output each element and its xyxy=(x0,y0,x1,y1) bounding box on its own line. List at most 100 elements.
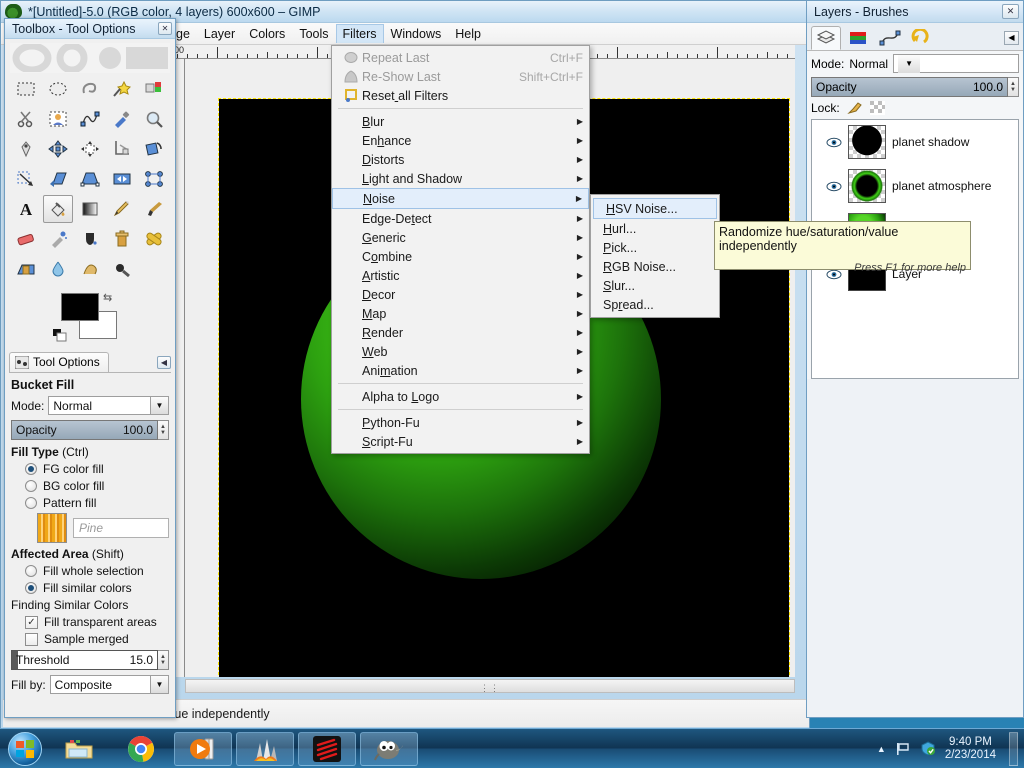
noise-menu-item-hurl[interactable]: Hurl... xyxy=(591,219,719,238)
filters-menu-item-artistic[interactable]: Artistic ▶ xyxy=(332,266,589,285)
radio-button-icon[interactable] xyxy=(25,463,37,475)
noise-submenu[interactable]: HSV Noise... Hurl... Pick... RGB Noise... Sl… xyxy=(590,194,720,318)
toolbox-tool-grid[interactable]: A xyxy=(11,75,169,283)
menu-tools[interactable]: Tools xyxy=(292,24,335,44)
dock-titlebar[interactable]: Layers - Brushes ✕ xyxy=(807,1,1023,23)
flip-icon[interactable] xyxy=(107,165,137,193)
scissors-select-icon[interactable] xyxy=(11,105,41,133)
taskbar-media-player[interactable] xyxy=(174,731,232,766)
crop-icon[interactable] xyxy=(107,135,137,163)
layer-row[interactable]: planet atmosphere xyxy=(812,164,1018,208)
text-icon[interactable]: A xyxy=(11,195,41,223)
finding-similar-checkbox-1[interactable]: Sample merged xyxy=(25,632,169,646)
radio-button-icon[interactable] xyxy=(25,480,37,492)
blur-sharpen-icon[interactable] xyxy=(43,255,73,283)
reset-colors-icon[interactable] xyxy=(53,329,69,343)
radio-button-icon[interactable] xyxy=(25,497,37,509)
affected-area-option-1[interactable]: Fill similar colors xyxy=(25,581,169,595)
fill-type-option-0[interactable]: FG color fill xyxy=(25,462,169,476)
fuzzy-select-icon[interactable] xyxy=(107,75,137,103)
move-icon[interactable] xyxy=(43,135,73,163)
finding-similar-checkboxes[interactable]: ✓ Fill transparent areas Sample merged xyxy=(11,615,169,646)
noise-menu-item-pick[interactable]: Pick... xyxy=(591,238,719,257)
menu-help[interactable]: Help xyxy=(448,24,488,44)
perspective-icon[interactable] xyxy=(75,165,105,193)
finding-similar-checkbox-0[interactable]: ✓ Fill transparent areas xyxy=(25,615,169,629)
threshold-spinner[interactable]: ▲ ▼ xyxy=(158,650,169,670)
noise-menu-item-slur[interactable]: Slur... xyxy=(591,276,719,295)
taskbar-clock[interactable]: 9:40 PM 2/23/2014 xyxy=(945,736,996,762)
select-by-color-icon[interactable] xyxy=(139,75,169,103)
canvas-horizontal-scrollbar[interactable]: ⋮⋮ xyxy=(185,679,795,693)
paintbrush-icon[interactable] xyxy=(139,195,169,223)
alignment-icon[interactable] xyxy=(75,135,105,163)
filters-menu-item-reset-all-filters[interactable]: Reset all Filters xyxy=(332,86,589,105)
taskbar-google-chrome[interactable] xyxy=(112,732,170,766)
layer-row[interactable]: planet shadow xyxy=(812,120,1018,164)
filters-menu-item-light-and-shadow[interactable]: Light and Shadow ▶ xyxy=(332,169,589,188)
smudge-icon[interactable] xyxy=(75,255,105,283)
perspective-clone-icon[interactable] xyxy=(11,255,41,283)
color-picker-icon[interactable] xyxy=(107,105,137,133)
checkbox-checked-icon[interactable]: ✓ xyxy=(25,615,38,629)
menu-colors[interactable]: Colors xyxy=(242,24,292,44)
foreground-select-icon[interactable] xyxy=(43,105,73,133)
tab-tool-options[interactable]: Tool Options xyxy=(9,352,109,372)
tab-paths[interactable] xyxy=(875,26,905,50)
filters-menu-item-python-fu[interactable]: Python-Fu ▶ xyxy=(332,413,589,432)
opacity-spinner[interactable]: ▲ ▼ xyxy=(158,420,169,440)
lock-alpha-icon[interactable] xyxy=(869,100,885,115)
pencil-icon[interactable] xyxy=(107,195,137,223)
rect-select-icon[interactable] xyxy=(11,75,41,103)
clone-icon[interactable] xyxy=(107,225,137,253)
tool-options-tabbar[interactable]: Tool Options ◀ xyxy=(9,352,171,373)
filters-menu-item-web[interactable]: Web ▶ xyxy=(332,342,589,361)
tray-overflow-button[interactable]: ▲ xyxy=(877,744,886,754)
dock-menu-button[interactable]: ◀ xyxy=(1004,30,1019,45)
fill-type-radio-group[interactable]: FG color fill BG color fill Pattern fill xyxy=(11,462,169,510)
menu-filters[interactable]: Filters xyxy=(335,24,384,43)
taskbar-gimp[interactable] xyxy=(360,731,418,766)
pattern-swatch[interactable] xyxy=(37,513,67,543)
checkbox-unchecked-icon[interactable] xyxy=(25,632,38,646)
dock-opacity-slider[interactable]: Opacity 100.0 xyxy=(811,77,1008,97)
layer-visibility-eye-icon[interactable] xyxy=(826,181,842,192)
radio-button-icon[interactable] xyxy=(25,582,37,594)
filters-menu-item-render[interactable]: Render ▶ xyxy=(332,323,589,342)
filters-menu-item-edge-detect[interactable]: Edge-Detect ▶ xyxy=(332,209,589,228)
filters-menu-item-alpha-to-logo[interactable]: Alpha to Logo ▶ xyxy=(332,387,589,406)
threshold-slider[interactable]: Threshold 15.0 xyxy=(11,650,158,670)
noise-menu-item-hsv-noise[interactable]: HSV Noise... xyxy=(593,198,717,219)
lock-pixels-icon[interactable] xyxy=(846,100,863,115)
filters-menu-item-enhance[interactable]: Enhance ▶ xyxy=(332,131,589,150)
zoom-icon[interactable] xyxy=(139,105,169,133)
color-indicator-area[interactable]: ⇆ xyxy=(5,289,175,349)
rotate-icon[interactable] xyxy=(139,135,169,163)
airbrush-icon[interactable] xyxy=(43,225,73,253)
shear-icon[interactable] xyxy=(43,165,73,193)
start-button[interactable] xyxy=(2,730,48,768)
eraser-icon[interactable] xyxy=(11,225,41,253)
affected-area-option-0[interactable]: Fill whole selection xyxy=(25,564,169,578)
filters-menu-item-blur[interactable]: Blur ▶ xyxy=(332,112,589,131)
taskbar-windows-explorer[interactable] xyxy=(50,732,108,766)
filters-menu-item-script-fu[interactable]: Script-Fu ▶ xyxy=(332,432,589,451)
dodge-burn-icon[interactable] xyxy=(107,255,137,283)
dock-close-button[interactable]: ✕ xyxy=(1002,4,1019,19)
dock-mode-dropdown[interactable]: ▼ xyxy=(893,54,1019,73)
filters-menu-item-decor[interactable]: Decor ▶ xyxy=(332,285,589,304)
tab-channels[interactable] xyxy=(843,26,873,50)
filters-menu-item-distorts[interactable]: Distorts ▶ xyxy=(332,150,589,169)
tab-layers[interactable] xyxy=(811,25,841,50)
opacity-slider[interactable]: Opacity 100.0 xyxy=(11,420,158,440)
taskbar-game[interactable] xyxy=(236,731,294,766)
affected-area-radio-group[interactable]: Fill whole selection Fill similar colors xyxy=(11,564,169,595)
paths-icon[interactable] xyxy=(75,105,105,133)
filters-menu-item-animation[interactable]: Animation ▶ xyxy=(332,361,589,380)
fill-type-option-2[interactable]: Pattern fill xyxy=(25,496,169,510)
show-desktop-button[interactable] xyxy=(1009,731,1018,766)
filters-menu-item-noise[interactable]: Noise ▶ xyxy=(332,188,589,209)
toolbox-titlebar[interactable]: Toolbox - Tool Options ✕ xyxy=(5,19,175,39)
tab-undo-history[interactable] xyxy=(907,26,937,50)
measure-icon[interactable] xyxy=(11,135,41,163)
